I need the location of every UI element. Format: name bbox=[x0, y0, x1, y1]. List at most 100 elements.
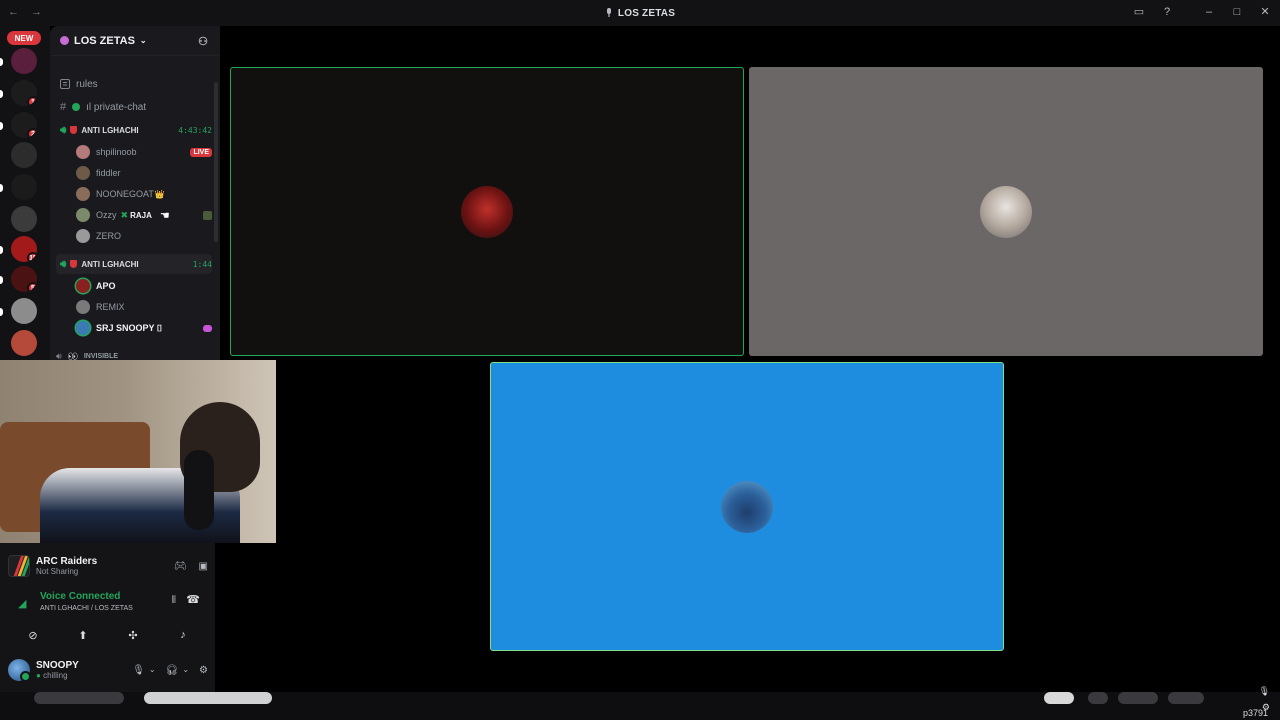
window-title-text: LOS ZETAS bbox=[617, 7, 676, 19]
screen-share-button[interactable]: ⬆ bbox=[63, 625, 103, 645]
voice-user[interactable]: fiddler bbox=[76, 163, 212, 183]
user-name: NOONEGOAT bbox=[96, 189, 154, 199]
voice-channel-name: ANTI LGHACHI bbox=[81, 259, 139, 269]
minimize-icon[interactable]: – bbox=[1202, 6, 1216, 18]
server-icon-5[interactable] bbox=[11, 174, 37, 200]
add-member-icon[interactable]: ⚇ bbox=[198, 35, 208, 48]
unread-pill bbox=[0, 122, 3, 130]
unread-pill bbox=[0, 90, 3, 98]
game-icon bbox=[8, 555, 30, 577]
mention-badge: 2 bbox=[27, 128, 37, 138]
soundboard-button[interactable]: ♪ bbox=[163, 625, 203, 645]
voice-user[interactable]: shpilinoob LIVE bbox=[76, 142, 212, 162]
unread-pill bbox=[0, 276, 3, 284]
screen-share-icon[interactable]: ▣ bbox=[199, 561, 208, 572]
chevron-down-icon[interactable]: ⌄ bbox=[182, 665, 189, 676]
server-boost-icon bbox=[60, 36, 69, 45]
activities-button[interactable]: ✣ bbox=[113, 625, 153, 645]
video-tile-2[interactable] bbox=[749, 67, 1263, 356]
server-icon-4[interactable] bbox=[11, 142, 37, 168]
user-name: fiddler bbox=[96, 168, 121, 178]
server-icon-6[interactable] bbox=[11, 206, 37, 232]
user-info: SNOOPY ● chilling bbox=[36, 660, 79, 680]
server-icon-8[interactable]: 5 bbox=[11, 266, 37, 292]
taskbar: 🎙︎ ⚙ p3791 bbox=[0, 686, 1280, 720]
inbox-icon[interactable]: ▭ bbox=[1132, 5, 1146, 18]
voice-user[interactable]: REMIX bbox=[76, 297, 212, 317]
camera-off-button[interactable]: ⊘ bbox=[13, 625, 53, 645]
user-name: shpilinoob bbox=[96, 147, 137, 157]
mention-badge: 1 bbox=[27, 96, 37, 106]
maximize-icon[interactable]: □ bbox=[1230, 6, 1244, 18]
gear-icon[interactable]: ⚙ bbox=[199, 665, 208, 676]
voice-channel-anti-lghachi-2[interactable]: 🔊︎ ANTI LGHACHI 1:44 bbox=[56, 254, 212, 274]
taskbar-item[interactable] bbox=[1044, 692, 1074, 704]
microphone-icon[interactable]: 🎙︎ bbox=[132, 665, 145, 676]
channel-private-chat[interactable]: # ıl private-chat bbox=[56, 97, 212, 117]
server-icon-9[interactable] bbox=[11, 298, 37, 324]
server-icon-7[interactable]: 15 bbox=[11, 236, 37, 262]
sidebar-scrollbar[interactable] bbox=[214, 82, 218, 242]
forward-arrow-icon[interactable]: → bbox=[31, 6, 42, 18]
taskbar-item-active[interactable] bbox=[144, 692, 272, 704]
voice-controls: ⊘ ⬆ ✣ ♪ bbox=[8, 623, 208, 647]
voice-user[interactable]: Ozzy ✖ RAJA ☚ bbox=[76, 205, 212, 225]
avatar bbox=[8, 659, 31, 682]
emoji-icon bbox=[72, 103, 81, 111]
unread-pill bbox=[0, 246, 3, 254]
activity-card[interactable]: ARC Raiders Not Sharing 🎮︎ ▣ bbox=[8, 551, 208, 581]
server-header[interactable]: LOS ZETAS ⌄ ⚇ bbox=[50, 26, 220, 56]
server-icon-10[interactable] bbox=[11, 330, 37, 356]
new-badge: NEW bbox=[7, 31, 41, 45]
server-icon-2[interactable]: 1 bbox=[11, 80, 37, 106]
shield-icon bbox=[70, 260, 78, 268]
user-status: ● chilling bbox=[36, 671, 68, 680]
user-name: APO bbox=[96, 281, 116, 291]
voice-location[interactable]: ANTI LGHACHI / LOS ZETAS bbox=[40, 605, 133, 612]
voice-channel-name: INVISIBLE bbox=[83, 352, 119, 360]
taskbar-item[interactable] bbox=[1088, 692, 1108, 704]
taskbar-item[interactable] bbox=[34, 692, 124, 704]
nitro-icon bbox=[203, 324, 212, 332]
activity-icon bbox=[203, 210, 212, 220]
video-tile-3[interactable] bbox=[490, 362, 1004, 651]
user-name: ZERO bbox=[96, 231, 122, 241]
avatar bbox=[76, 166, 90, 180]
unread-pill bbox=[0, 308, 3, 316]
voice-speaker-icon: 🔊︎ bbox=[60, 124, 67, 136]
controller-icon[interactable]: 🎮︎ bbox=[174, 561, 187, 572]
rules-icon bbox=[60, 79, 70, 89]
speaker-icon bbox=[606, 8, 611, 17]
noise-suppression-icon[interactable]: ⦀ bbox=[172, 595, 176, 606]
window-title: LOS ZETAS bbox=[605, 8, 675, 19]
voice-speaker-icon: 🔊︎ bbox=[60, 258, 67, 270]
close-icon[interactable]: ✕ bbox=[1258, 5, 1272, 18]
taskbar-item[interactable] bbox=[1168, 692, 1204, 704]
avatar bbox=[76, 279, 90, 293]
user-name: REMIX bbox=[96, 302, 125, 312]
game-name: ARC Raiders bbox=[36, 556, 98, 567]
server-icon-3[interactable]: 2 bbox=[11, 112, 37, 138]
disconnect-icon[interactable]: ☎ bbox=[186, 593, 200, 606]
headphones-icon[interactable]: 🎧︎ bbox=[166, 665, 179, 676]
current-user[interactable]: SNOOPY ● chilling 🎙︎ ⌄ 🎧︎ ⌄ ⚙ bbox=[8, 655, 208, 685]
clan-tag-icon: ✖ bbox=[120, 209, 129, 220]
server-icon-1[interactable] bbox=[11, 48, 37, 74]
webcam-overlay bbox=[0, 360, 276, 543]
voice-user[interactable]: SRJ SNOOPY ⌷ bbox=[76, 318, 212, 338]
voice-channel-anti-lghachi[interactable]: 🔊︎ ANTI LGHACHI 4:43:42 bbox=[56, 120, 212, 140]
avatar bbox=[76, 321, 90, 335]
help-icon[interactable]: ? bbox=[1160, 6, 1174, 18]
voice-user[interactable]: NOONEGOAT 👑 bbox=[76, 184, 212, 204]
video-tile-1[interactable] bbox=[230, 67, 744, 356]
voice-connected-label[interactable]: Voice Connected bbox=[40, 591, 120, 602]
window-controls: ▭ ? – □ ✕ bbox=[1132, 5, 1272, 19]
voice-user[interactable]: ZERO bbox=[76, 226, 212, 246]
user-controls: 🎙︎ ⌄ 🎧︎ ⌄ ⚙ bbox=[132, 665, 208, 676]
taskbar-item[interactable] bbox=[1118, 692, 1158, 704]
voice-user[interactable]: APO bbox=[76, 276, 212, 296]
chevron-down-icon[interactable]: ⌄ bbox=[149, 665, 156, 676]
back-arrow-icon[interactable]: ← bbox=[8, 6, 19, 18]
microphone-tray-icon[interactable]: 🎙︎ bbox=[1259, 686, 1270, 697]
channel-rules[interactable]: rules bbox=[56, 74, 212, 94]
